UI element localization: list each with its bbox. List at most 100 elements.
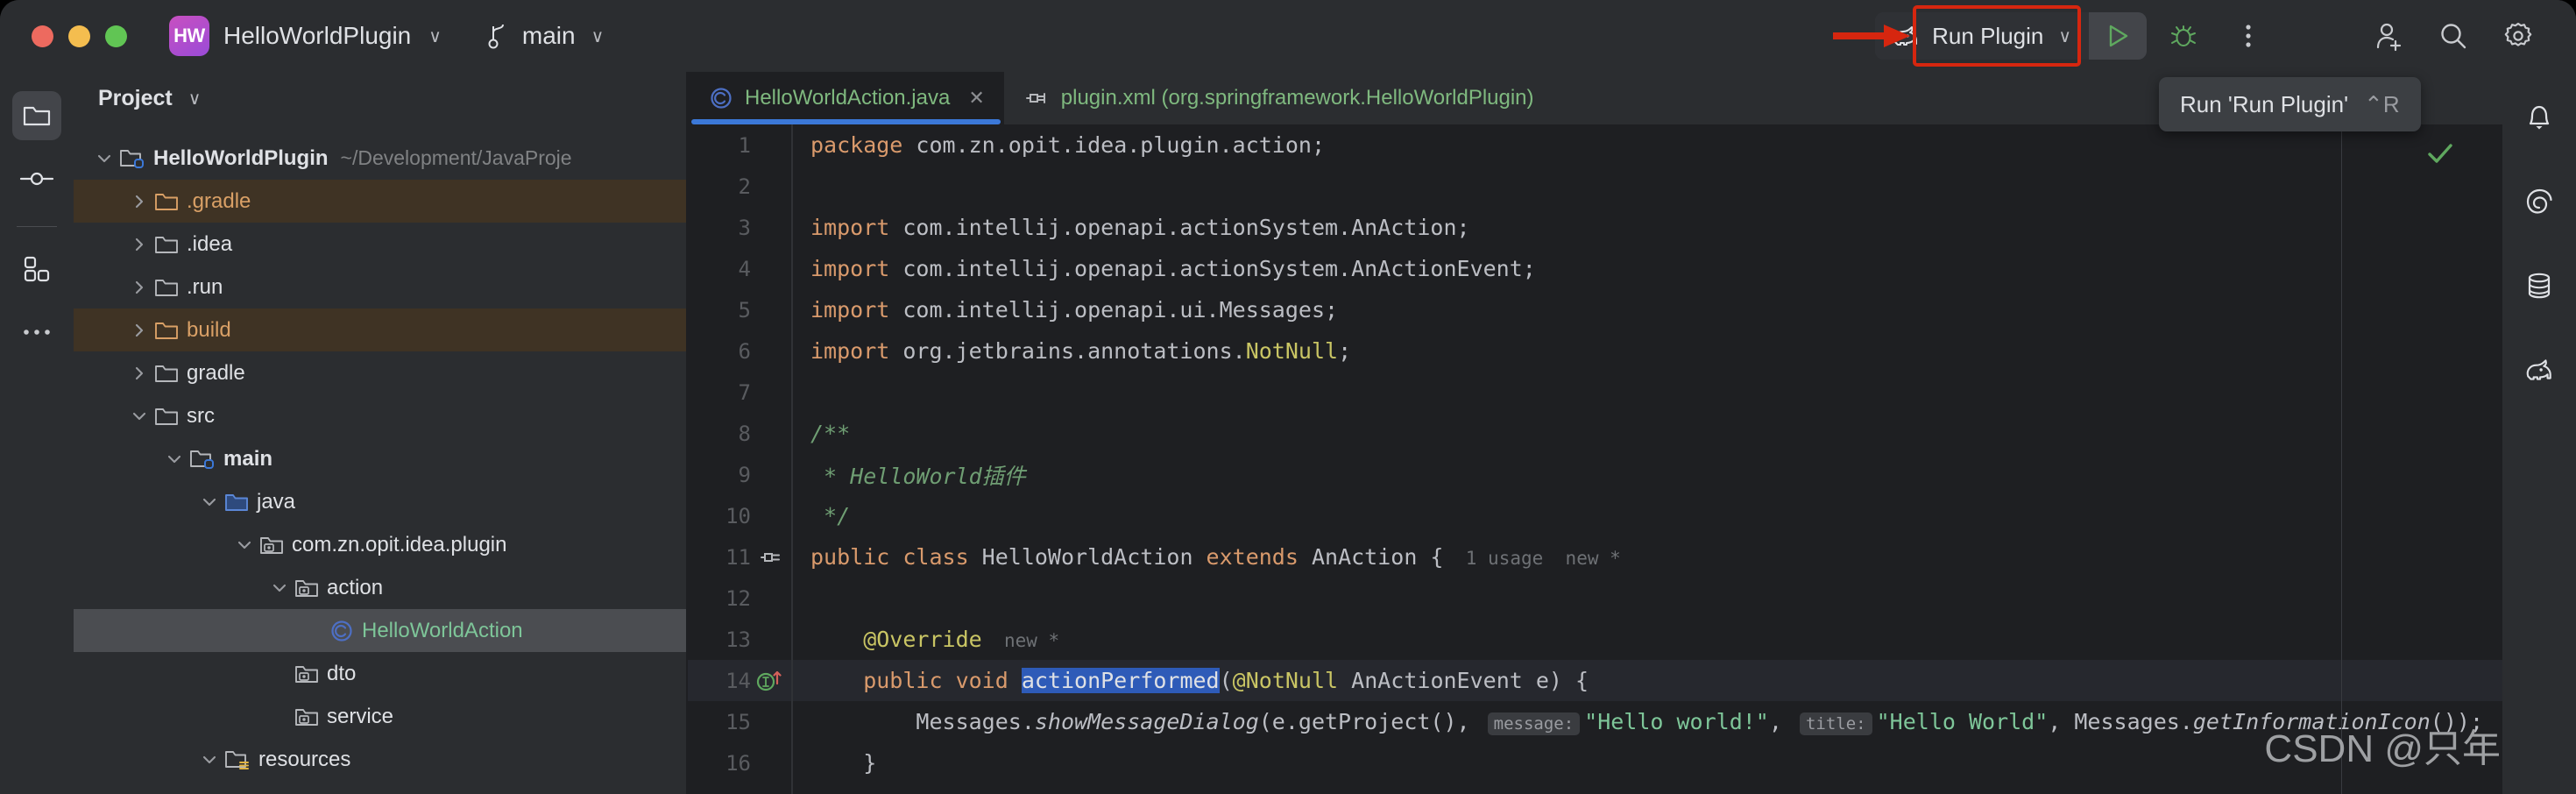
tree-twisty-collapsed[interactable] — [124, 315, 154, 345]
tree-twisty-collapsed[interactable] — [124, 358, 154, 388]
code-line[interactable]: 5 import com.intellij.openapi.ui.Messages… — [688, 289, 2502, 330]
maximize-window-button[interactable] — [105, 25, 127, 47]
code-line[interactable]: 7 — [688, 372, 2502, 413]
code-line[interactable]: 12 — [688, 578, 2502, 619]
tree-twisty-expanded[interactable] — [89, 144, 119, 174]
project-panel-header[interactable]: Project ∨ — [74, 72, 687, 124]
search-button[interactable] — [2425, 8, 2481, 64]
branch-name-label: main — [521, 22, 576, 49]
code-line[interactable]: 17} — [688, 783, 2502, 794]
code-line[interactable]: 6 import org.jetbrains.annotations.NotNul… — [688, 330, 2502, 372]
tree-item-gradle[interactable]: gradle — [74, 351, 687, 394]
code-editor[interactable]: 1 package com.zn.opit.idea.plugin.action;… — [688, 124, 2502, 794]
tab-label: plugin.xml (org.springframework.HelloWor… — [1060, 86, 1534, 110]
code-line[interactable]: 4 import com.intellij.openapi.actionSyste… — [688, 248, 2502, 289]
gutter-divider — [791, 701, 793, 742]
debug-button[interactable] — [2155, 8, 2212, 64]
sidebar-item-notifications[interactable] — [2513, 91, 2565, 144]
tree-twisty-expanded[interactable] — [265, 573, 294, 603]
ide-window: HW HelloWorldPlugin ∨ main ∨ Run Plugin … — [0, 0, 2576, 794]
tree-twisty-none — [265, 702, 294, 732]
sidebar-item-ai-assistant[interactable] — [2513, 175, 2565, 228]
tab-close-icon[interactable]: ✕ — [968, 87, 984, 110]
gutter-divider — [791, 248, 793, 289]
tree-item-label: HelloWorldAction — [362, 618, 523, 642]
code-line[interactable]: 13 @Override new * — [688, 619, 2502, 660]
run-button-tooltip: Run 'Run Plugin' ⌃R — [2159, 77, 2421, 131]
tree-item-label: src — [187, 403, 215, 428]
tree-item-java[interactable]: java — [74, 480, 687, 523]
tree-item-idea[interactable]: .idea — [74, 223, 687, 266]
tree-twisty-collapsed[interactable] — [124, 230, 154, 259]
tree-twisty-collapsed[interactable] — [124, 273, 154, 302]
code-token: public class — [810, 544, 982, 570]
gutter-implements-icon[interactable] — [751, 668, 791, 694]
code-line[interactable]: 9 * HelloWorld插件 — [688, 454, 2502, 495]
editor-tab-1[interactable]: HelloWorldAction.java ✕ — [688, 72, 1004, 124]
code-line[interactable]: 8 /** — [688, 413, 2502, 454]
tree-twisty-expanded[interactable] — [195, 745, 224, 775]
tree-item-src[interactable]: src — [74, 394, 687, 437]
code-token: com.zn.opit.idea.plugin.action; — [916, 132, 1326, 158]
tree-item-run[interactable]: .run — [74, 266, 687, 308]
left-tool-rail — [0, 72, 74, 794]
code-token: showMessageDialog — [1034, 709, 1259, 734]
sidebar-item-plugins[interactable] — [12, 245, 61, 294]
gutter-divider — [791, 536, 793, 578]
add-user-button[interactable] — [2360, 8, 2417, 64]
tree-twisty-expanded[interactable] — [159, 444, 189, 474]
settings-button[interactable] — [2490, 8, 2546, 64]
code-line[interactable]: 10 */ — [688, 495, 2502, 536]
sidebar-item-database[interactable] — [2513, 259, 2565, 312]
tree-item-action[interactable]: action — [74, 566, 687, 609]
tree-item-main[interactable]: main — [74, 437, 687, 480]
minimize-window-button[interactable] — [68, 25, 90, 47]
editor-tab-2[interactable]: plugin.xml (org.springframework.HelloWor… — [1004, 72, 1553, 124]
tree-item-com-zn-opit-idea-plugin[interactable]: com.zn.opit.idea.plugin — [74, 523, 687, 566]
tree-item-build[interactable]: build — [74, 308, 687, 351]
code-line[interactable]: 3 import com.intellij.openapi.actionSyste… — [688, 207, 2502, 248]
line-number: 4 — [738, 256, 751, 281]
tree-item-label: build — [187, 317, 231, 342]
tree-twisty-collapsed[interactable] — [124, 187, 154, 216]
tree-item-helloworldaction[interactable]: HelloWorldAction — [74, 609, 687, 652]
code-line[interactable]: 2 — [688, 166, 2502, 207]
sidebar-item-project[interactable] — [12, 91, 61, 140]
tree-item-resources[interactable]: resources — [74, 738, 687, 781]
line-number: 3 — [738, 215, 751, 240]
sidebar-item-commit[interactable] — [12, 154, 61, 203]
tree-twisty-expanded[interactable] — [230, 530, 259, 560]
project-selector[interactable]: HW HelloWorldPlugin ∨ — [169, 16, 442, 56]
tree-twisty-expanded[interactable] — [124, 401, 154, 431]
code-line[interactable]: 11 public class HelloWorldAction extends … — [688, 536, 2502, 578]
inspection-status-icon[interactable] — [2425, 138, 2455, 168]
code-line[interactable]: 16 } — [688, 742, 2502, 783]
run-button[interactable] — [2089, 12, 2147, 60]
code-token: ; — [1338, 338, 1352, 364]
tree-item-dto[interactable]: dto — [74, 652, 687, 695]
code-line[interactable]: 14 public void actionPerformed(@NotNull … — [688, 660, 2502, 701]
tree-item-gradle[interactable]: .gradle — [74, 180, 687, 223]
squares-icon — [23, 255, 51, 283]
tree-item-service[interactable]: service — [74, 695, 687, 738]
more-actions-button[interactable] — [2220, 8, 2276, 64]
tree-item-helloworldplugin[interactable]: HelloWorldPlugin ~/Development/JavaProje — [74, 137, 687, 180]
selected-token: actionPerformed — [1021, 668, 1220, 693]
gutter-divider — [791, 330, 793, 372]
add-user-icon — [2373, 20, 2404, 52]
gutter-divider — [791, 124, 793, 166]
gutter-plug-icon[interactable] — [751, 546, 791, 569]
tree-twisty-expanded[interactable] — [195, 487, 224, 517]
line-number: 7 — [738, 379, 751, 405]
tree-item-icon — [294, 578, 319, 599]
sidebar-item-gradle[interactable] — [2513, 344, 2565, 396]
gutter-divider — [791, 166, 793, 207]
sidebar-item-more[interactable] — [12, 308, 61, 357]
code-line[interactable]: 15 Messages.showMessageDialog(e.getProje… — [688, 701, 2502, 742]
bell-icon — [2524, 102, 2554, 133]
close-window-button[interactable] — [32, 25, 53, 47]
chevron-down-icon — [200, 750, 219, 769]
gutter-divider — [791, 372, 793, 413]
window-controls — [32, 25, 127, 47]
branch-selector[interactable]: main ∨ — [487, 22, 604, 50]
